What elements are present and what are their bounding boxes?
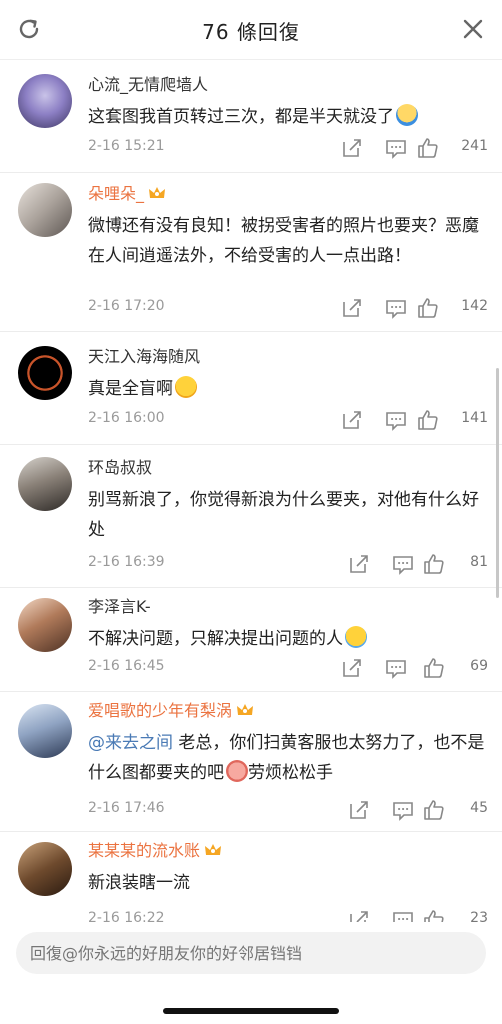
- like-count: 69: [470, 658, 488, 674]
- comment-time: 2-16 17:46: [88, 800, 165, 816]
- avatar[interactable]: [18, 346, 72, 400]
- like-count: 142: [461, 298, 488, 314]
- comment-text: 新浪装瞎一流: [88, 873, 190, 893]
- home-indicator: [163, 1008, 339, 1014]
- comment-list[interactable]: 心流_无情爬墙人 这套图我首页转过三次，都是半天就没了 2-16 15:21 2…: [0, 60, 502, 922]
- repost-icon[interactable]: [340, 136, 364, 160]
- repost-icon[interactable]: [347, 798, 371, 822]
- close-icon[interactable]: [458, 14, 488, 44]
- scrollbar[interactable]: [496, 368, 499, 598]
- comment-time: 2-16 17:20: [88, 298, 165, 314]
- like-count: 81: [470, 554, 488, 570]
- thumbs-up-icon: [418, 138, 438, 158]
- avatar[interactable]: [18, 74, 72, 128]
- avatar[interactable]: [18, 598, 72, 652]
- like-count: 141: [461, 410, 488, 426]
- like-button[interactable]: 142: [416, 296, 488, 320]
- thumbs-up-icon: [424, 910, 444, 922]
- comment-icon[interactable]: [384, 408, 408, 432]
- avatar[interactable]: [18, 704, 72, 758]
- comment-username[interactable]: 某某某的流水账: [88, 840, 488, 862]
- comment-text: 微博还有没有良知！被拐受害者的照片也要夹？恶魔在人间逍遥法外，不给受害的人一点出…: [88, 216, 479, 266]
- comment-item: 朵哩朵_ 微博还有没有良知！被拐受害者的照片也要夹？恶魔在人间逍遥法外，不给受害…: [0, 173, 502, 332]
- comment-username[interactable]: 朵哩朵_: [88, 183, 488, 205]
- page-title: 76 條回復: [202, 20, 300, 44]
- comment-item: 天江入海海随风 真是全盲啊 2-16 16:00 141: [0, 332, 502, 445]
- comment-text: @来去之间 老总，你们扫黄客服也太努力了，也不是什么图都要夹的吧 劳烦松松手: [88, 733, 485, 783]
- thumbs-up-icon: [424, 800, 444, 820]
- like-button[interactable]: 69: [422, 656, 488, 680]
- comment-text: 这套图我首页转过三次，都是半天就没了: [88, 102, 488, 132]
- like-button[interactable]: 23: [422, 908, 488, 922]
- thumbs-up-icon: [418, 410, 438, 430]
- comment-item: 某某某的流水账 新浪装瞎一流 2-16 16:22 23: [0, 832, 502, 922]
- vip-crown-icon: [149, 187, 166, 198]
- like-count: 241: [461, 138, 488, 154]
- reply-bar: [0, 922, 502, 1024]
- comment-time: 2-16 15:21: [88, 138, 165, 154]
- comment-item: 环岛叔叔 别骂新浪了，你觉得新浪为什么要夹，对他有什么好处 2-16 16:39…: [0, 445, 502, 588]
- comment-text: 真是全盲啊: [88, 374, 488, 404]
- comment-text: 别骂新浪了，你觉得新浪为什么要夹，对他有什么好处: [88, 490, 479, 540]
- comment-icon[interactable]: [391, 798, 415, 822]
- comment-icon[interactable]: [384, 656, 408, 680]
- vip-crown-icon: [237, 704, 254, 715]
- comment-username[interactable]: 心流_无情爬墙人: [88, 74, 488, 96]
- comment-item: 爱唱歌的少年有梨涡 @来去之间 老总，你们扫黄客服也太努力了，也不是什么图都要夹…: [0, 692, 502, 832]
- vip-crown-icon: [205, 844, 222, 855]
- thumbs-up-icon: [424, 554, 444, 574]
- mention-link[interactable]: @来去之间: [88, 733, 173, 753]
- comment-icon[interactable]: [384, 136, 408, 160]
- like-button[interactable]: 45: [422, 798, 488, 822]
- avatar[interactable]: [18, 183, 72, 237]
- comment-username[interactable]: 天江入海海随风: [88, 346, 488, 368]
- repost-icon[interactable]: [340, 656, 364, 680]
- comment-icon[interactable]: [384, 296, 408, 320]
- comment-item: 李泽言K- 不解决问题，只解决提出问题的人 2-16 16:45 69: [0, 588, 502, 692]
- thumbs-up-icon: [424, 658, 444, 678]
- crying-emoji-icon: [345, 626, 367, 648]
- comment-item: 心流_无情爬墙人 这套图我首页转过三次，都是半天就没了 2-16 15:21 2…: [0, 60, 502, 173]
- avatar[interactable]: [18, 457, 72, 511]
- like-button[interactable]: 141: [416, 408, 488, 432]
- comment-username[interactable]: 爱唱歌的少年有梨涡: [88, 700, 488, 722]
- comments-header: 76 條回復: [0, 0, 502, 60]
- comment-time: 2-16 16:22: [88, 910, 165, 922]
- comment-text: 不解决问题，只解决提出问题的人: [88, 624, 488, 654]
- avatar[interactable]: [18, 842, 72, 896]
- comment-username[interactable]: 李泽言K-: [88, 596, 488, 618]
- comment-username[interactable]: 环岛叔叔: [88, 457, 488, 479]
- crying-laughing-emoji-icon: [175, 376, 197, 398]
- repost-icon[interactable]: [340, 408, 364, 432]
- like-count: 45: [470, 800, 488, 816]
- comment-icon[interactable]: [391, 908, 415, 922]
- comment-time: 2-16 16:39: [88, 554, 165, 570]
- reply-input[interactable]: [16, 932, 486, 974]
- like-button[interactable]: 81: [422, 552, 488, 576]
- comment-icon[interactable]: [391, 552, 415, 576]
- comment-time: 2-16 16:45: [88, 658, 165, 674]
- like-count: 23: [470, 910, 488, 922]
- shocked-emoji-icon: [396, 104, 418, 126]
- pig-emoji-icon: [226, 760, 248, 782]
- repost-icon[interactable]: [340, 296, 364, 320]
- thumbs-up-icon: [418, 298, 438, 318]
- comment-time: 2-16 16:00: [88, 410, 165, 426]
- like-button[interactable]: 241: [416, 136, 488, 160]
- repost-icon[interactable]: [347, 908, 371, 922]
- repost-icon[interactable]: [347, 552, 371, 576]
